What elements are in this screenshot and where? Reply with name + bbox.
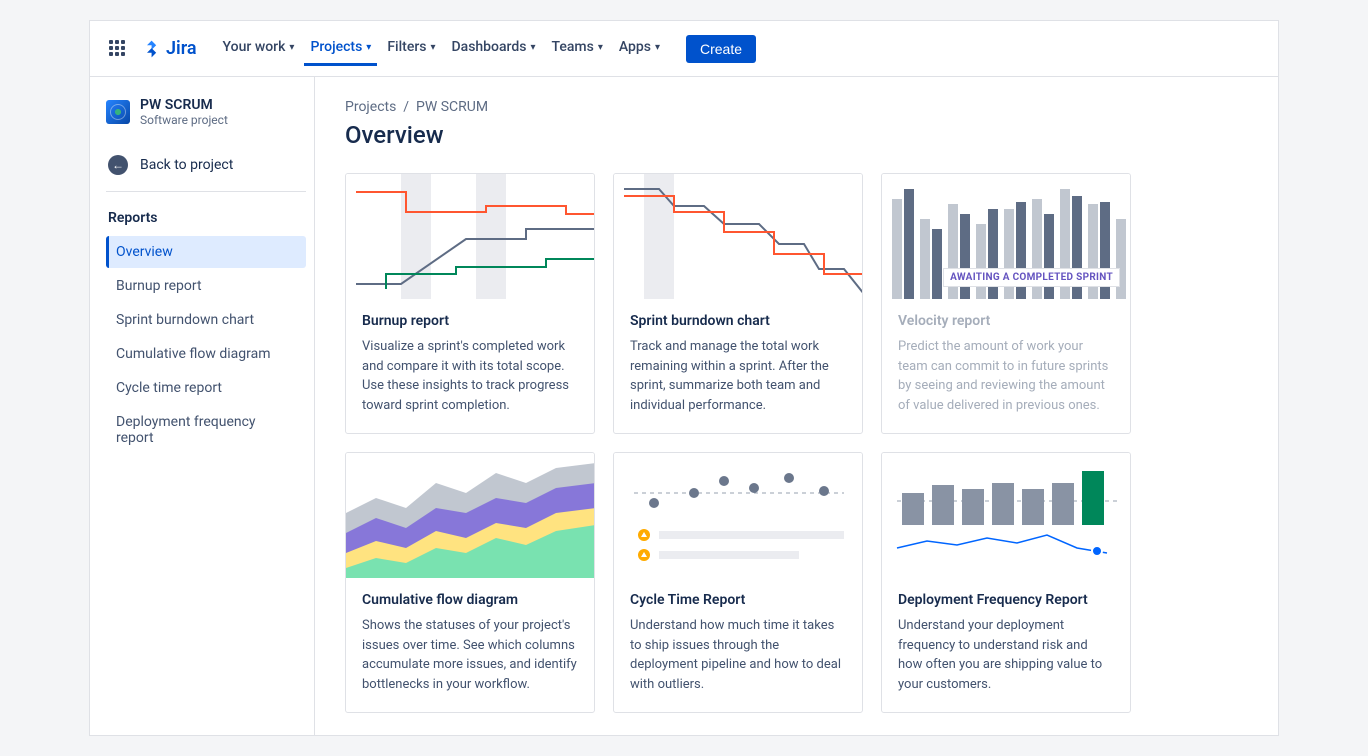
logo-text: Jira (166, 38, 197, 59)
sidebar-item-deploy-freq[interactable]: Deployment frequency report (106, 406, 306, 454)
chevron-down-icon: ▾ (366, 42, 371, 53)
sidebar-section-label: Reports (108, 210, 306, 226)
cfd-thumb (346, 453, 594, 578)
nav-dashboards[interactable]: Dashboards▾ (446, 31, 542, 66)
chevron-down-icon: ▾ (430, 42, 435, 53)
main-content: Projects / PW SCRUM Overview (315, 77, 1278, 735)
card-desc: Visualize a sprint's completed work and … (362, 337, 578, 415)
nav-apps[interactable]: Apps▾ (613, 31, 666, 66)
chevron-down-icon: ▾ (655, 42, 660, 53)
deploy-freq-thumb (882, 453, 1130, 578)
card-desc: Shows the statuses of your project's iss… (362, 616, 578, 694)
nav-items: Your work▾ Projects▾ Filters▾ Dashboards… (217, 31, 666, 66)
sidebar-item-cycle-time[interactable]: Cycle time report (106, 372, 306, 404)
breadcrumb-current[interactable]: PW SCRUM (416, 99, 488, 115)
awaiting-badge: AWAITING A COMPLETED SPRINT (943, 268, 1120, 287)
card-cfd[interactable]: Cumulative flow diagram Shows the status… (345, 452, 595, 713)
chevron-down-icon: ▾ (598, 42, 603, 53)
sidebar-item-burndown[interactable]: Sprint burndown chart (106, 304, 306, 336)
body: PW SCRUM Software project ← Back to proj… (90, 77, 1278, 735)
card-title: Sprint burndown chart (630, 313, 846, 329)
app-switcher-icon[interactable] (106, 37, 130, 61)
back-label: Back to project (140, 157, 233, 173)
card-cycle-time[interactable]: Cycle Time Report Understand how much ti… (613, 452, 863, 713)
back-to-project[interactable]: ← Back to project (106, 147, 306, 192)
app-window: Jira Your work▾ Projects▾ Filters▾ Dashb… (89, 20, 1279, 736)
sidebar-item-burnup[interactable]: Burnup report (106, 270, 306, 302)
nav-teams[interactable]: Teams▾ (546, 31, 609, 66)
card-burnup[interactable]: Burnup report Visualize a sprint's compl… (345, 173, 595, 434)
top-nav: Jira Your work▾ Projects▾ Filters▾ Dashb… (90, 21, 1278, 77)
project-type: Software project (140, 113, 228, 127)
card-title: Cumulative flow diagram (362, 592, 578, 608)
card-desc: Understand your deployment frequency to … (898, 616, 1114, 694)
card-desc: Track and manage the total work remainin… (630, 337, 846, 415)
create-button[interactable]: Create (686, 35, 756, 63)
project-header[interactable]: PW SCRUM Software project (106, 97, 306, 127)
sidebar: PW SCRUM Software project ← Back to proj… (90, 77, 315, 735)
project-avatar-icon (106, 100, 130, 124)
project-name: PW SCRUM (140, 97, 228, 113)
sidebar-item-cfd[interactable]: Cumulative flow diagram (106, 338, 306, 370)
card-velocity: AWAITING A COMPLETED SPRINT Velocity rep… (881, 173, 1131, 434)
card-desc: Understand how much time it takes to shi… (630, 616, 846, 694)
nav-projects[interactable]: Projects▾ (304, 31, 377, 66)
breadcrumb: Projects / PW SCRUM (345, 99, 1248, 115)
nav-filters[interactable]: Filters▾ (381, 31, 441, 66)
chevron-down-icon: ▾ (289, 42, 294, 53)
report-cards-grid: Burnup report Visualize a sprint's compl… (345, 173, 1248, 713)
sidebar-item-overview[interactable]: Overview (106, 236, 306, 268)
card-title: Burnup report (362, 313, 578, 329)
card-deploy-freq[interactable]: Deployment Frequency Report Understand y… (881, 452, 1131, 713)
velocity-thumb: AWAITING A COMPLETED SPRINT (882, 174, 1130, 299)
card-title: Cycle Time Report (630, 592, 846, 608)
chevron-down-icon: ▾ (530, 42, 535, 53)
card-title: Deployment Frequency Report (898, 592, 1114, 608)
page-title: Overview (345, 121, 1248, 149)
nav-your-work[interactable]: Your work▾ (217, 31, 301, 66)
breadcrumb-root[interactable]: Projects (345, 99, 396, 115)
jira-icon (142, 39, 162, 59)
card-desc: Predict the amount of work your team can… (898, 337, 1114, 415)
burnup-thumb (346, 174, 594, 299)
back-arrow-icon: ← (108, 155, 128, 175)
cycle-time-thumb (614, 453, 862, 578)
burndown-thumb (614, 174, 862, 299)
card-burndown[interactable]: Sprint burndown chart Track and manage t… (613, 173, 863, 434)
card-title: Velocity report (898, 313, 1114, 329)
jira-logo[interactable]: Jira (142, 38, 197, 59)
